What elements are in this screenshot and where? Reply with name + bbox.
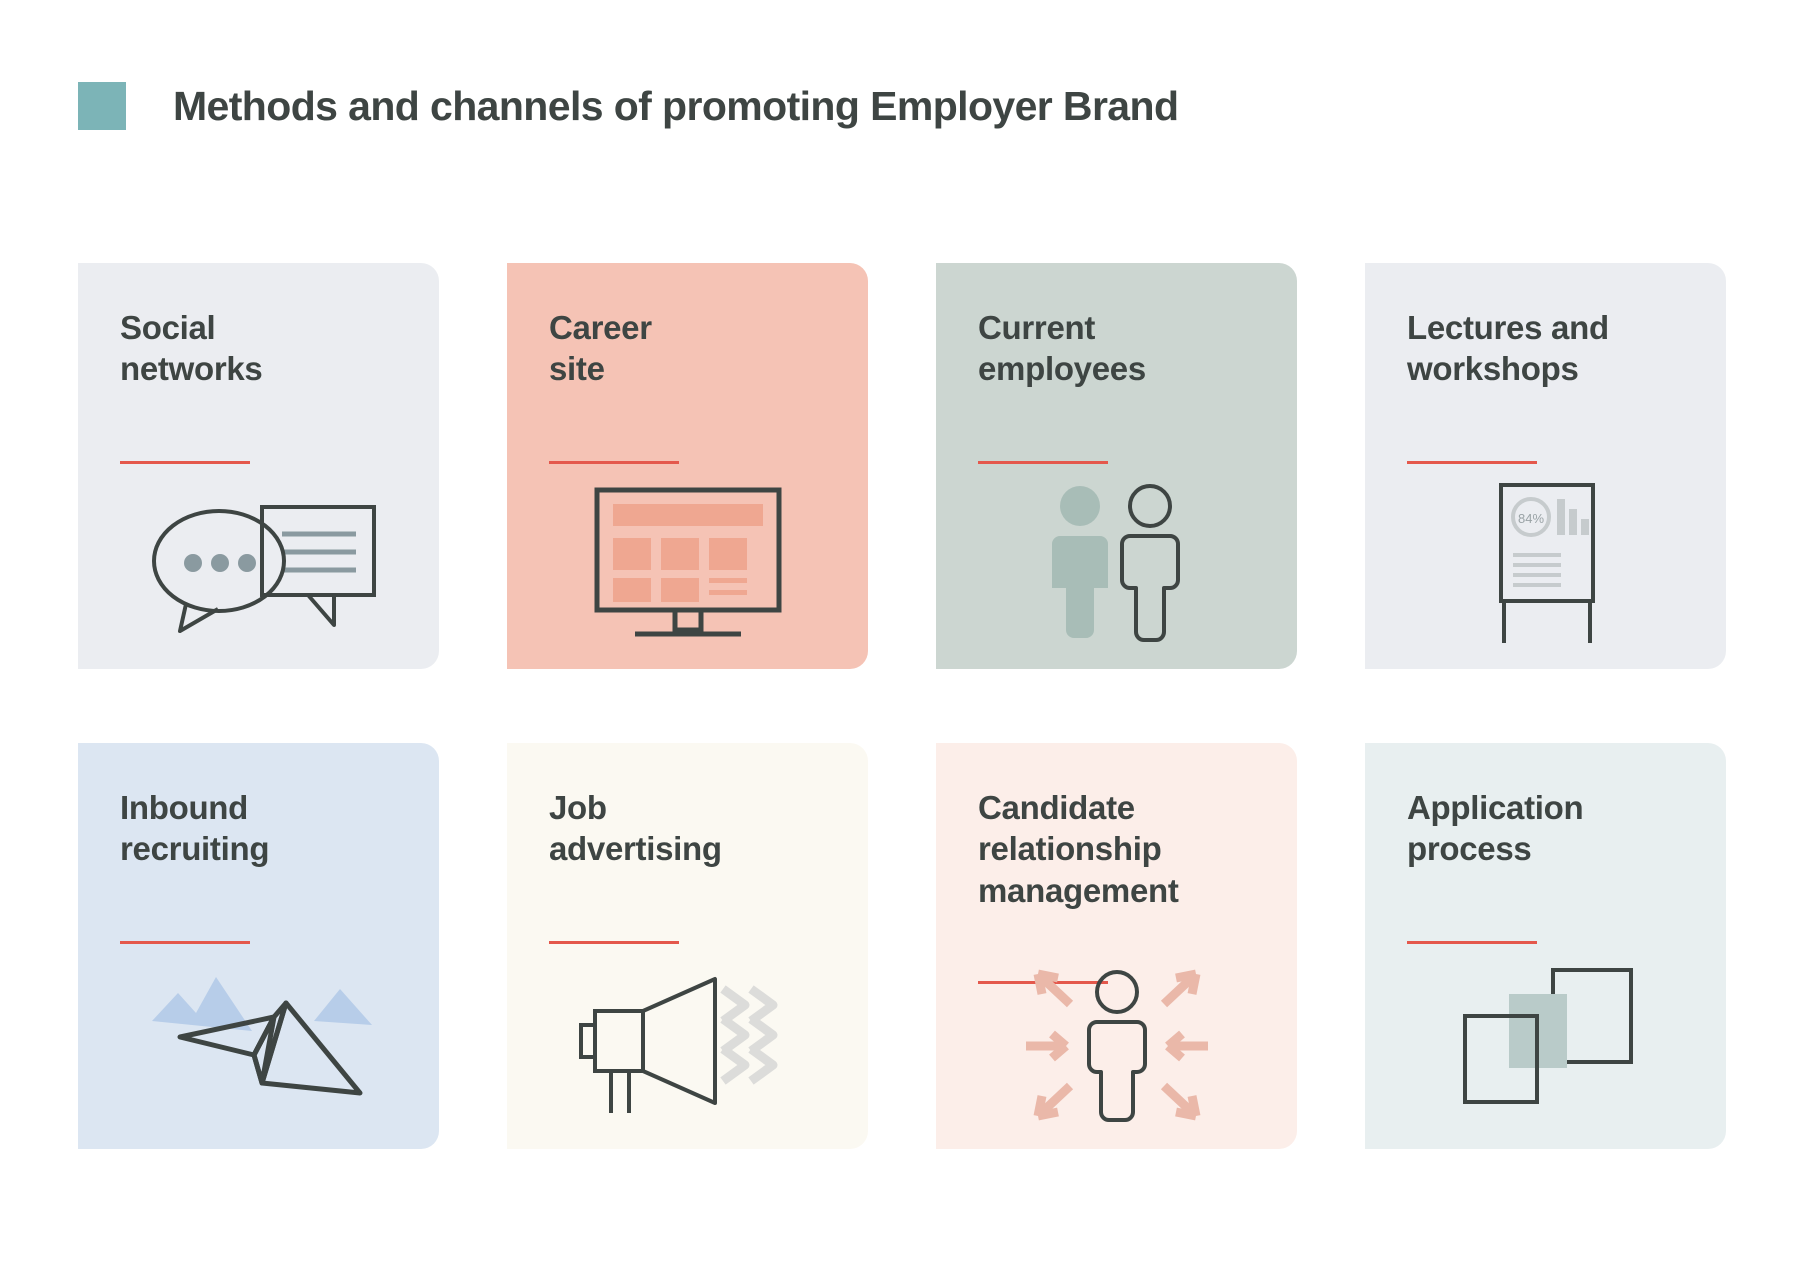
card-inbound-recruiting[interactable]: Inbound recruiting (78, 743, 439, 1149)
card-rule (120, 461, 250, 464)
card-job-advertising[interactable]: Job advertising (507, 743, 868, 1149)
card-lectures-workshops[interactable]: Lectures and workshops 84% (1365, 263, 1726, 669)
card-rule (549, 461, 679, 464)
card-title: Job advertising (549, 789, 722, 868)
card-rule (1407, 941, 1537, 944)
candidate-arrows-icon (936, 956, 1297, 1131)
card-title: Inbound recruiting (120, 789, 270, 868)
infographic-page: Methods and channels of promoting Employ… (0, 0, 1800, 1265)
page-header: Methods and channels of promoting Employ… (78, 82, 1179, 130)
card-title: Application process (1407, 789, 1584, 868)
card-career-site[interactable]: Career site (507, 263, 868, 669)
card-title: Lectures and workshops (1407, 309, 1609, 388)
paper-plane-icon (78, 956, 439, 1131)
card-rule (120, 941, 250, 944)
desktop-monitor-icon (507, 476, 868, 651)
card-rule (978, 461, 1108, 464)
card-social-networks[interactable]: Social networks (78, 263, 439, 669)
overlapping-squares-icon (1365, 956, 1726, 1131)
page-title: Methods and channels of promoting Employ… (173, 82, 1179, 129)
card-rule (549, 941, 679, 944)
two-people-icon (936, 476, 1297, 651)
card-rule (1407, 461, 1537, 464)
card-candidate-relationship-management[interactable]: Candidate relationship management (936, 743, 1297, 1149)
card-application-process[interactable]: Application process (1365, 743, 1726, 1149)
megaphone-icon (507, 956, 868, 1131)
card-title: Current employees (978, 309, 1146, 388)
flipchart-percent-label: 84% (1517, 511, 1543, 526)
card-current-employees[interactable]: Current employees (936, 263, 1297, 669)
card-title: Candidate relationship management (978, 789, 1179, 909)
accent-swatch (78, 82, 126, 130)
speech-bubbles-icon (78, 476, 439, 651)
card-grid: Social networks Career site Current empl… (78, 263, 1728, 1149)
card-title: Career site (549, 309, 652, 388)
card-title: Social networks (120, 309, 263, 388)
flipchart-icon: 84% (1365, 476, 1726, 651)
